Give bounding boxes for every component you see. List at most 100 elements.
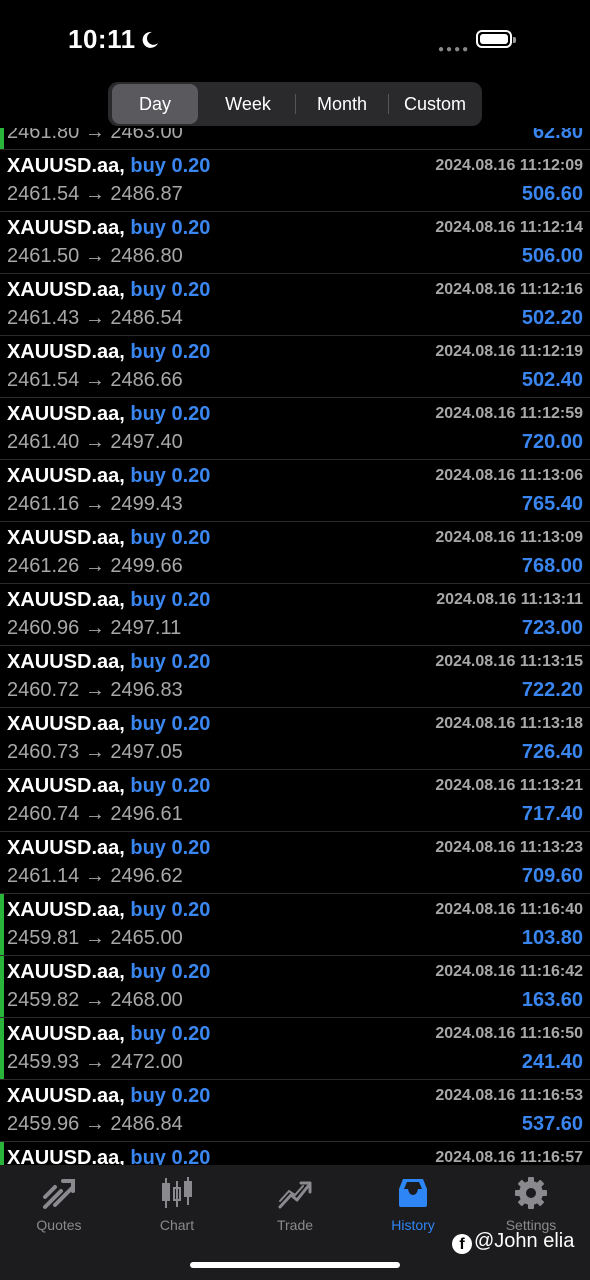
arrow-icon: → (84, 865, 105, 887)
trade-history-list[interactable]: XAUUSD.aa, buy 0.20 2461.80 → 2463.00 62.8… (0, 128, 590, 1165)
trade-row[interactable]: XAUUSD.aa, buy 0.20 2024.08.16 11:12:59 24… (0, 398, 590, 460)
trade-row[interactable]: XAUUSD.aa, buy 0.20 2024.08.16 11:12:14 24… (0, 212, 590, 274)
row-marker (0, 832, 4, 893)
home-indicator[interactable] (190, 1262, 400, 1268)
tabbar-history[interactable]: History (354, 1175, 472, 1233)
trade-symbol: XAUUSD.aa, buy 0.20 (7, 217, 210, 240)
trade-profit: 722.20 (521, 679, 583, 701)
trade-row[interactable]: XAUUSD.aa, buy 0.20 2024.08.16 11:16:50 24… (0, 1018, 590, 1080)
trade-profit: 163.60 (521, 989, 583, 1011)
symbol-text: XAUUSD.aa, (7, 465, 125, 487)
arrow-icon: → (84, 741, 105, 763)
open-price: 2460.72 (7, 679, 80, 701)
trade-row[interactable]: XAUUSD.aa, buy 0.20 2024.08.16 11:13:18 24… (0, 708, 590, 770)
trade-prices: 2460.74 → 2496.61 (7, 803, 183, 826)
close-price: 2496.61 (110, 803, 183, 825)
trade-row[interactable]: XAUUSD.aa, buy 0.20 2024.08.16 11:13:06 24… (0, 460, 590, 522)
trade-side: buy 0.20 (130, 279, 211, 301)
symbol-text: XAUUSD.aa, (7, 341, 125, 363)
symbol-text: XAUUSD.aa, (7, 589, 125, 611)
trade-side: buy 0.20 (130, 589, 211, 611)
trade-time: 2024.08.16 11:13:15 (435, 653, 583, 670)
trade-row[interactable]: XAUUSD.aa, buy 0.20 2024.08.16 11:13:11 24… (0, 584, 590, 646)
tab-week[interactable]: Week (202, 84, 294, 124)
trade-time: 2024.08.16 11:16:57 (435, 1149, 583, 1165)
open-price: 2460.73 (7, 741, 80, 763)
trade-row[interactable]: XAUUSD.aa, buy 0.20 2024.08.16 11:16:57 (0, 1142, 590, 1165)
open-price: 2460.74 (7, 803, 80, 825)
trade-time: 2024.08.16 11:16:42 (435, 963, 583, 980)
trade-row[interactable]: XAUUSD.aa, buy 0.202461.80 → 2463.0062.8… (0, 128, 590, 150)
tab-month[interactable]: Month (296, 84, 388, 124)
tabbar-trade[interactable]: Trade (236, 1175, 354, 1233)
close-price: 2463.00 (110, 128, 183, 143)
tabbar-settings[interactable]: Settings (472, 1175, 590, 1233)
trade-row[interactable]: XAUUSD.aa, buy 0.20 2024.08.16 11:16:42 24… (0, 956, 590, 1018)
trade-prices: 2459.93 → 2472.00 (7, 1051, 183, 1074)
trade-symbol: XAUUSD.aa, buy 0.20 (7, 1147, 210, 1165)
open-price: 2461.80 (7, 128, 80, 143)
trade-prices: 2459.81 → 2465.00 (7, 927, 183, 950)
trade-time: 2024.08.16 11:13:11 (436, 591, 583, 608)
symbol-text: XAUUSD.aa, (7, 217, 125, 239)
trade-side: buy 0.20 (130, 1023, 211, 1045)
symbol-text: XAUUSD.aa, (7, 155, 125, 177)
trade-row[interactable]: XAUUSD.aa, buy 0.20 2024.08.16 11:13:23 24… (0, 832, 590, 894)
close-price: 2497.11 (110, 617, 182, 639)
trade-prices: 2461.50 → 2486.80 (7, 245, 183, 268)
trade-row[interactable]: XAUUSD.aa, buy 0.20 2024.08.16 11:16:40 24… (0, 894, 590, 956)
open-price: 2461.16 (7, 493, 80, 515)
trade-symbol: XAUUSD.aa, buy 0.20 (7, 341, 210, 364)
close-price: 2468.00 (110, 989, 183, 1011)
tab-day[interactable]: Day (112, 84, 198, 124)
open-price: 2461.50 (7, 245, 80, 267)
trade-row[interactable]: XAUUSD.aa, buy 0.20 2024.08.16 11:13:21 24… (0, 770, 590, 832)
trade-profit: 709.60 (521, 865, 583, 887)
row-marker (0, 398, 4, 459)
row-marker (0, 212, 4, 273)
close-price: 2496.62 (110, 865, 183, 887)
row-marker (0, 1142, 4, 1165)
battery-icon (476, 30, 516, 48)
symbol-text: XAUUSD.aa, (7, 403, 125, 425)
symbol-text: XAUUSD.aa, (7, 527, 125, 549)
trade-side: buy 0.20 (130, 155, 211, 177)
tab-custom[interactable]: Custom (389, 84, 481, 124)
trade-profit: 62.80 (532, 128, 583, 143)
trade-prices: 2461.54 → 2486.87 (7, 183, 183, 206)
trade-symbol: XAUUSD.aa, buy 0.20 (7, 155, 210, 178)
trade-time: 2024.08.16 11:12:16 (435, 281, 583, 298)
tabbar-chart[interactable]: Chart (118, 1175, 236, 1233)
open-price: 2461.54 (7, 183, 80, 205)
trade-row[interactable]: XAUUSD.aa, buy 0.20 2024.08.16 11:12:19 24… (0, 336, 590, 398)
tabbar-label: Chart (159, 1217, 195, 1233)
symbol-text: XAUUSD.aa, (7, 1147, 125, 1165)
arrow-icon: → (84, 679, 105, 701)
trade-row[interactable]: XAUUSD.aa, buy 0.20 2024.08.16 11:12:16 24… (0, 274, 590, 336)
trade-side: buy 0.20 (130, 775, 211, 797)
tabbar-quotes[interactable]: Quotes (0, 1175, 118, 1233)
symbol-text: XAUUSD.aa, (7, 1085, 125, 1107)
trade-prices: 2461.54 → 2486.66 (7, 369, 183, 392)
open-price: 2459.96 (7, 1113, 80, 1135)
tabbar-label: Trade (276, 1217, 314, 1233)
trade-time: 2024.08.16 11:13:18 (435, 715, 583, 732)
symbol-text: XAUUSD.aa, (7, 775, 125, 797)
row-marker (0, 460, 4, 521)
history-icon (399, 1179, 427, 1207)
symbol-text: XAUUSD.aa, (7, 899, 125, 921)
trade-row[interactable]: XAUUSD.aa, buy 0.20 2024.08.16 11:12:09 24… (0, 150, 590, 212)
trade-symbol: XAUUSD.aa, buy 0.20 (7, 1023, 210, 1046)
trade-profit: 768.00 (521, 555, 583, 577)
moon-icon (140, 26, 160, 57)
trade-prices: 2461.14 → 2496.62 (7, 865, 183, 888)
trade-profit: 502.40 (521, 369, 583, 391)
tabbar-label: Quotes (36, 1217, 82, 1233)
trade-row[interactable]: XAUUSD.aa, buy 0.20 2024.08.16 11:13:15 24… (0, 646, 590, 708)
trade-symbol: XAUUSD.aa, buy 0.20 (7, 465, 210, 488)
trade-row[interactable]: XAUUSD.aa, buy 0.20 2024.08.16 11:16:53 24… (0, 1080, 590, 1142)
trade-row[interactable]: XAUUSD.aa, buy 0.20 2024.08.16 11:13:09 24… (0, 522, 590, 584)
trade-symbol: XAUUSD.aa, buy 0.20 (7, 527, 210, 550)
trade-time: 2024.08.16 11:13:21 (435, 777, 583, 794)
trade-profit: 720.00 (521, 431, 583, 453)
